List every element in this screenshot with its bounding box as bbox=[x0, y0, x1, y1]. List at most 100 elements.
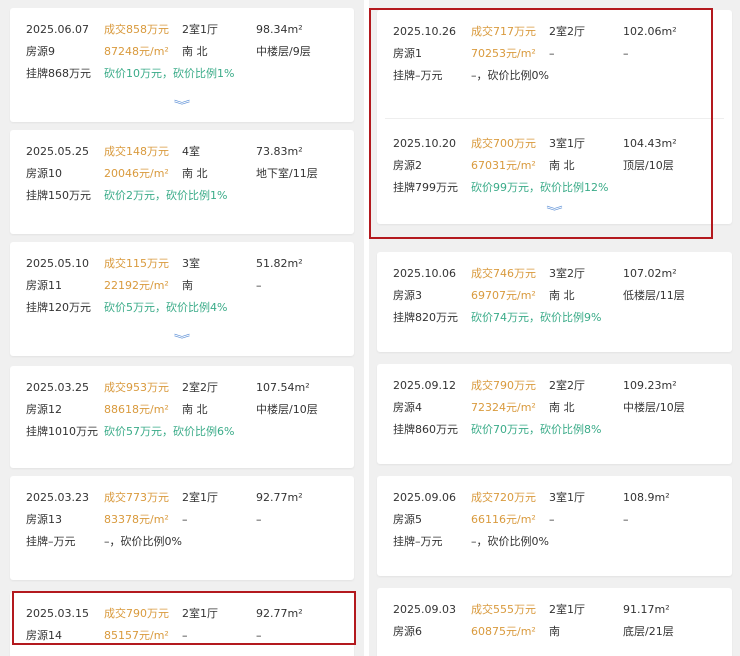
floor-area: 107.54m² bbox=[256, 381, 310, 394]
listing-row-2: 房源4 72324元/m² 南 北 中楼层/10层 bbox=[393, 400, 724, 416]
listing-card[interactable]: 2025.10.20 成交700万元 3室1厅 104.43m² 房源2 670… bbox=[377, 122, 732, 224]
deal-date: 2025.09.06 bbox=[393, 491, 456, 504]
deal-date: 2025.05.25 bbox=[26, 145, 89, 158]
listing-row-2: 房源6 60875元/m² 南 底层/21层 bbox=[393, 624, 724, 640]
floor-area: 91.17m² bbox=[623, 603, 670, 616]
listing-row-2: 房源14 85157元/m² – – bbox=[26, 628, 346, 644]
listing-source: 房源11 bbox=[26, 279, 62, 292]
listed-price: 挂牌–万元 bbox=[393, 69, 443, 82]
deal-date: 2025.03.23 bbox=[26, 491, 89, 504]
deal-date: 2025.10.26 bbox=[393, 25, 456, 38]
listing-source: 房源2 bbox=[393, 159, 422, 172]
floor-level: 中楼层/10层 bbox=[623, 401, 685, 414]
room-layout: 2室1厅 bbox=[182, 23, 218, 36]
floor-level: 中楼层/10层 bbox=[256, 403, 318, 416]
floor-level: 顶层/10层 bbox=[623, 159, 674, 172]
listing-card[interactable]: 2025.06.07 成交858万元 2室1厅 98.34m² 房源9 8724… bbox=[10, 8, 354, 122]
orientation: – bbox=[182, 629, 188, 642]
listing-card[interactable]: 2025.05.25 成交148万元 4室 73.83m² 房源10 20046… bbox=[10, 130, 354, 234]
listing-row-2: 房源9 87248元/m² 南 北 中楼层/9层 bbox=[26, 44, 346, 60]
listing-card[interactable]: 2025.09.12 成交790万元 2室2厅 109.23m² 房源4 723… bbox=[377, 364, 732, 464]
bargain-info: 砍价70万元，砍价比例8% bbox=[471, 423, 602, 436]
orientation: 南 北 bbox=[549, 289, 575, 302]
listed-price: 挂牌–万元 bbox=[393, 535, 443, 548]
listing-source: 房源3 bbox=[393, 289, 422, 302]
unit-price: 22192元/m² bbox=[104, 279, 169, 292]
floor-level: – bbox=[256, 629, 262, 642]
unit-price: 72324元/m² bbox=[471, 401, 536, 414]
deal-price: 成交746万元 bbox=[471, 267, 536, 280]
listing-row-1: 2025.10.20 成交700万元 3室1厅 104.43m² bbox=[393, 136, 724, 152]
double-chevron-down-icon[interactable]: ︾ bbox=[0, 100, 364, 112]
floor-area: 108.9m² bbox=[623, 491, 670, 504]
room-layout: 2室2厅 bbox=[549, 379, 585, 392]
floor-level: 中楼层/9层 bbox=[256, 45, 311, 58]
bargain-info: 砍价10万元，砍价比例1% bbox=[104, 67, 235, 80]
deal-price: 成交148万元 bbox=[104, 145, 169, 158]
listing-source: 房源12 bbox=[26, 403, 62, 416]
listed-price: 挂牌799万元 bbox=[393, 181, 458, 194]
floor-area: 92.77m² bbox=[256, 607, 303, 620]
listing-row-1: 2025.03.15 成交790万元 2室1厅 92.77m² bbox=[26, 606, 346, 622]
floor-level: 地下室/11层 bbox=[256, 167, 318, 180]
bargain-info: 砍价74万元，砍价比例9% bbox=[471, 311, 602, 324]
bargain-info: –，砍价比例0% bbox=[471, 535, 549, 548]
room-layout: 2室1厅 bbox=[549, 603, 585, 616]
listing-row-3: 挂牌1010万元 砍价57万元，砍价比例6% bbox=[26, 424, 346, 440]
listing-card[interactable]: 2025.03.15 成交790万元 2室1厅 92.77m² 房源14 851… bbox=[10, 592, 354, 656]
listing-row-3: 挂牌860万元 砍价70万元，砍价比例8% bbox=[393, 422, 724, 438]
deal-price: 成交858万元 bbox=[104, 23, 169, 36]
deal-price: 成交555万元 bbox=[471, 603, 536, 616]
listing-row-1: 2025.09.12 成交790万元 2室2厅 109.23m² bbox=[393, 378, 724, 394]
floor-area: 109.23m² bbox=[623, 379, 677, 392]
floor-level: – bbox=[256, 513, 262, 526]
left-screenshot-panel: 2025.06.07 成交858万元 2室1厅 98.34m² 房源9 8724… bbox=[0, 0, 364, 656]
deal-date: 2025.03.15 bbox=[26, 607, 89, 620]
listing-source: 房源14 bbox=[26, 629, 62, 642]
unit-price: 88618元/m² bbox=[104, 403, 169, 416]
unit-price: 60875元/m² bbox=[471, 625, 536, 638]
deal-date: 2025.09.12 bbox=[393, 379, 456, 392]
deal-price: 成交720万元 bbox=[471, 491, 536, 504]
listing-row-3: 挂牌120万元 砍价5万元，砍价比例4% bbox=[26, 300, 346, 316]
floor-level: – bbox=[623, 47, 629, 60]
deal-price: 成交790万元 bbox=[471, 379, 536, 392]
room-layout: 4室 bbox=[182, 145, 200, 158]
listing-card[interactable]: 2025.10.06 成交746万元 3室2厅 107.02m² 房源3 697… bbox=[377, 252, 732, 352]
listing-row-2: 房源12 88618元/m² 南 北 中楼层/10层 bbox=[26, 402, 346, 418]
listing-group: 2025.10.26 成交717万元 2室2厅 102.06m² 房源1 702… bbox=[377, 10, 732, 224]
unit-price: 67031元/m² bbox=[471, 159, 536, 172]
listing-row-1: 2025.03.25 成交953万元 2室2厅 107.54m² bbox=[26, 380, 346, 396]
divider bbox=[385, 118, 724, 119]
orientation: 南 bbox=[182, 279, 193, 292]
orientation: – bbox=[549, 513, 555, 526]
floor-area: 102.06m² bbox=[623, 25, 677, 38]
listing-card[interactable]: 2025.09.03 成交555万元 2室1厅 91.17m² 房源6 6087… bbox=[377, 588, 732, 656]
listing-card[interactable]: 2025.03.25 成交953万元 2室2厅 107.54m² 房源12 88… bbox=[10, 366, 354, 468]
listing-row-3: 挂牌868万元 砍价10万元，砍价比例1% bbox=[26, 66, 346, 82]
listed-price: 挂牌150万元 bbox=[26, 189, 91, 202]
listing-source: 房源9 bbox=[26, 45, 55, 58]
listing-card[interactable]: 2025.05.10 成交115万元 3室 51.82m² 房源11 22192… bbox=[10, 242, 354, 356]
listing-row-2: 房源10 20046元/m² 南 北 地下室/11层 bbox=[26, 166, 346, 182]
listing-source: 房源1 bbox=[393, 47, 422, 60]
unit-price: 70253元/m² bbox=[471, 47, 536, 60]
unit-price: 83378元/m² bbox=[104, 513, 169, 526]
deal-price: 成交115万元 bbox=[104, 257, 169, 270]
listing-card[interactable]: 2025.03.23 成交773万元 2室1厅 92.77m² 房源13 833… bbox=[10, 476, 354, 580]
double-chevron-down-icon[interactable]: ︾ bbox=[0, 334, 364, 346]
listing-row-1: 2025.10.26 成交717万元 2室2厅 102.06m² bbox=[393, 24, 724, 40]
listing-card[interactable]: 2025.10.26 成交717万元 2室2厅 102.06m² 房源1 702… bbox=[377, 10, 732, 116]
listing-card[interactable]: 2025.09.06 成交720万元 3室1厅 108.9m² 房源5 6611… bbox=[377, 476, 732, 576]
orientation: 南 北 bbox=[549, 159, 575, 172]
orientation: – bbox=[549, 47, 555, 60]
room-layout: 2室1厅 bbox=[182, 491, 218, 504]
bargain-info: 砍价57万元，砍价比例6% bbox=[104, 425, 235, 438]
deal-price: 成交717万元 bbox=[471, 25, 536, 38]
listing-row-1: 2025.03.23 成交773万元 2室1厅 92.77m² bbox=[26, 490, 346, 506]
bargain-info: 砍价5万元，砍价比例4% bbox=[104, 301, 228, 314]
listing-row-1: 2025.09.03 成交555万元 2室1厅 91.17m² bbox=[393, 602, 724, 618]
double-chevron-down-icon[interactable]: ︾ bbox=[369, 206, 740, 218]
listing-row-1: 2025.06.07 成交858万元 2室1厅 98.34m² bbox=[26, 22, 346, 38]
deal-price: 成交700万元 bbox=[471, 137, 536, 150]
